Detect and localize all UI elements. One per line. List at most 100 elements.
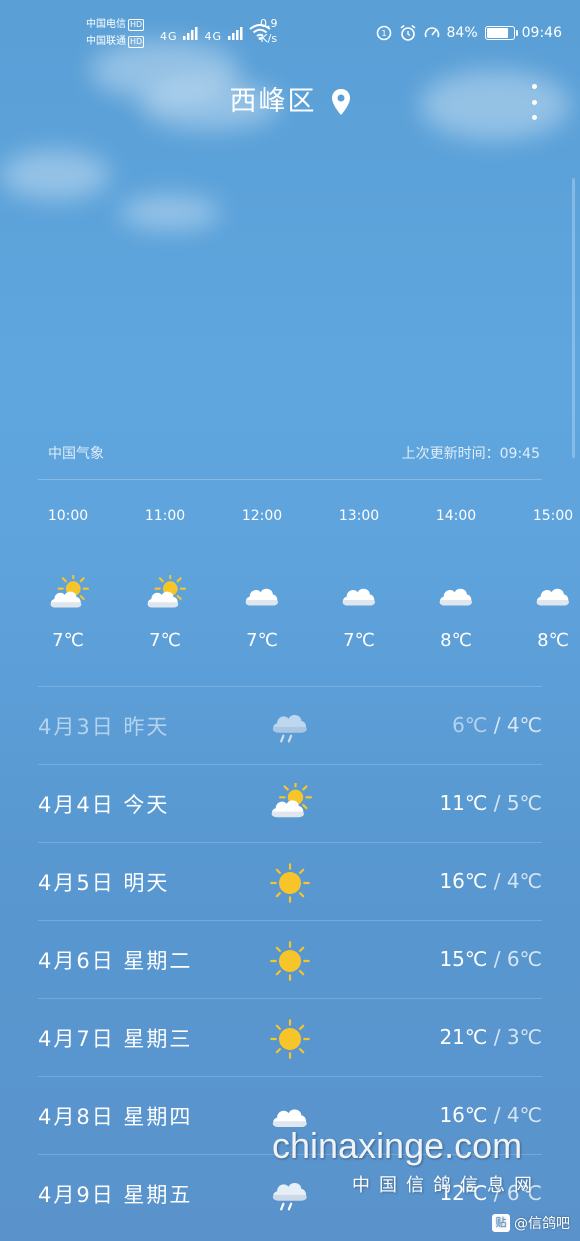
cloudy-icon xyxy=(311,576,407,616)
daily-temps: 21℃ / 3℃ xyxy=(439,1025,542,1049)
daily-date: 4月7日 星期三 xyxy=(38,1027,193,1051)
battery-fill xyxy=(486,28,508,38)
carrier-1: 中国电信 xyxy=(86,19,126,30)
daily-high: 21℃ xyxy=(439,1025,488,1049)
status-right: 1 84% 09:46 xyxy=(376,24,562,42)
signal-bars-icon xyxy=(227,27,243,40)
daily-temps: 15℃ / 6℃ xyxy=(439,947,542,971)
daily-date: 4月3日 昨天 xyxy=(38,715,170,739)
temp-separator: / xyxy=(487,791,507,815)
hd-badge: HD xyxy=(128,36,145,48)
watermark-site-cn: 中国信鸽信息网 xyxy=(352,1175,541,1196)
sunny-icon xyxy=(268,939,312,983)
daily-high: 11℃ xyxy=(439,791,488,815)
hourly-time: 11:00 xyxy=(144,508,186,524)
daily-low: 3℃ xyxy=(506,1025,542,1049)
daily-row[interactable]: 4月5日 明天 16℃ / 4℃ xyxy=(38,842,542,920)
temp-separator: / xyxy=(487,1103,507,1127)
tieba-watermark: 贴 @信鸽吧 xyxy=(492,1213,570,1233)
carrier-2: 中国联通 xyxy=(86,36,126,47)
tieba-label: @信鸽吧 xyxy=(514,1216,570,1232)
hourly-temp: 7℃ xyxy=(246,630,278,651)
tieba-logo-icon: 贴 xyxy=(492,1214,510,1232)
cloudy-icon xyxy=(505,576,580,616)
daily-date: 4月6日 星期二 xyxy=(38,949,193,973)
data-saver-icon: 1 xyxy=(376,25,391,41)
hourly-time: 15:00 xyxy=(532,508,574,524)
sunny-icon xyxy=(268,861,312,905)
temp-separator: / xyxy=(487,869,507,893)
svg-text:1: 1 xyxy=(381,29,386,38)
net-speed-unit: K/s xyxy=(260,32,278,45)
daily-date: 4月9日 星期五 xyxy=(38,1183,193,1207)
daily-row[interactable]: 4月4日 今天 11℃ / 5℃ xyxy=(38,764,542,842)
watermark: chinaxinge.com 中国信鸽信息网 xyxy=(272,1125,541,1197)
partly-cloudy-icon xyxy=(268,783,312,827)
partly-cloudy-icon xyxy=(117,575,213,616)
speed-icon xyxy=(424,27,439,38)
daily-temps: 16℃ / 4℃ xyxy=(439,869,542,893)
daily-date: 4月4日 今天 xyxy=(38,793,170,817)
battery-icon xyxy=(484,26,518,40)
daily-high: 16℃ xyxy=(439,1103,488,1127)
hourly-time: 10:00 xyxy=(47,508,89,524)
daily-low: 4℃ xyxy=(506,869,542,893)
daily-row[interactable]: 4月7日 星期三 21℃ / 3℃ xyxy=(38,998,542,1076)
cloudy-icon xyxy=(408,576,504,616)
daily-temps: 16℃ / 4℃ xyxy=(439,1103,542,1127)
daily-temps: 6℃ / 4℃ xyxy=(452,713,542,737)
temp-separator: / xyxy=(487,1025,507,1049)
hourly-forecast[interactable]: 10:00 7℃ 11:00 7℃ 12:00 7℃ 13:00 7℃ 14:00 8℃ 15:00… xyxy=(20,508,580,668)
hourly-temp: 8℃ xyxy=(440,630,472,651)
sunny-icon xyxy=(268,1017,312,1061)
daily-high: 6℃ xyxy=(452,713,488,737)
status-bar: 中国电信 HD 中国联通 HD 4G 4G 0.9 K/s 1 84% 09:46 xyxy=(0,14,580,54)
hd-badge: HD xyxy=(128,19,145,31)
signal-1-label: 4G xyxy=(160,30,178,43)
temp-separator: / xyxy=(487,713,507,737)
signal-indicators: 4G 4G xyxy=(160,24,271,43)
hourly-temp: 7℃ xyxy=(149,630,181,651)
more-menu-icon[interactable] xyxy=(530,84,538,120)
alarm-icon xyxy=(400,24,416,41)
divider xyxy=(38,479,542,480)
hourly-temp: 7℃ xyxy=(52,630,84,651)
cloud-decoration xyxy=(0,150,110,200)
hourly-time: 13:00 xyxy=(338,508,380,524)
daily-low: 4℃ xyxy=(506,1103,542,1127)
net-speed: 0.9 K/s xyxy=(260,16,278,46)
hourly-item: 12:00 7℃ xyxy=(214,508,310,651)
hourly-item: 10:00 7℃ xyxy=(20,508,116,651)
signal-bars-icon xyxy=(183,27,198,40)
last-update: 上次更新时间：09:45 xyxy=(401,446,540,462)
clock: 09:46 xyxy=(521,25,562,41)
city-selector[interactable]: 西峰区 xyxy=(230,80,351,124)
partly-cloudy-icon xyxy=(20,575,116,616)
hourly-item: 13:00 7℃ xyxy=(311,508,407,651)
daily-date: 4月8日 星期四 xyxy=(38,1105,193,1129)
rain-icon xyxy=(268,705,312,749)
daily-low: 5℃ xyxy=(506,791,542,815)
daily-high: 15℃ xyxy=(439,947,488,971)
data-provider: 中国气象 xyxy=(48,446,104,462)
cloudy-icon xyxy=(214,576,310,616)
hourly-temp: 8℃ xyxy=(537,630,569,651)
battery-percent: 84% xyxy=(446,25,478,41)
daily-row[interactable]: 4月6日 星期二 15℃ / 6℃ xyxy=(38,920,542,998)
hourly-temp: 7℃ xyxy=(343,630,375,651)
daily-low: 6℃ xyxy=(506,947,542,971)
source-row: 中国气象 上次更新时间：09:45 xyxy=(48,443,540,463)
signal-2-label: 4G xyxy=(204,30,223,43)
city-name: 西峰区 xyxy=(229,86,317,117)
location-pin-icon xyxy=(331,89,350,115)
watermark-site: chinaxinge.com xyxy=(272,1125,523,1166)
daily-low: 4℃ xyxy=(506,713,542,737)
hourly-item: 11:00 7℃ xyxy=(117,508,213,651)
header: 西峰区 xyxy=(0,80,580,124)
daily-date: 4月5日 明天 xyxy=(38,871,170,895)
scrollbar[interactable] xyxy=(572,178,575,458)
daily-temps: 11℃ / 5℃ xyxy=(439,791,542,815)
daily-row[interactable]: 4月3日 昨天 6℃ / 4℃ xyxy=(38,686,542,764)
carrier-info: 中国电信 HD 中国联通 HD xyxy=(86,16,145,50)
hourly-time: 14:00 xyxy=(435,508,477,524)
